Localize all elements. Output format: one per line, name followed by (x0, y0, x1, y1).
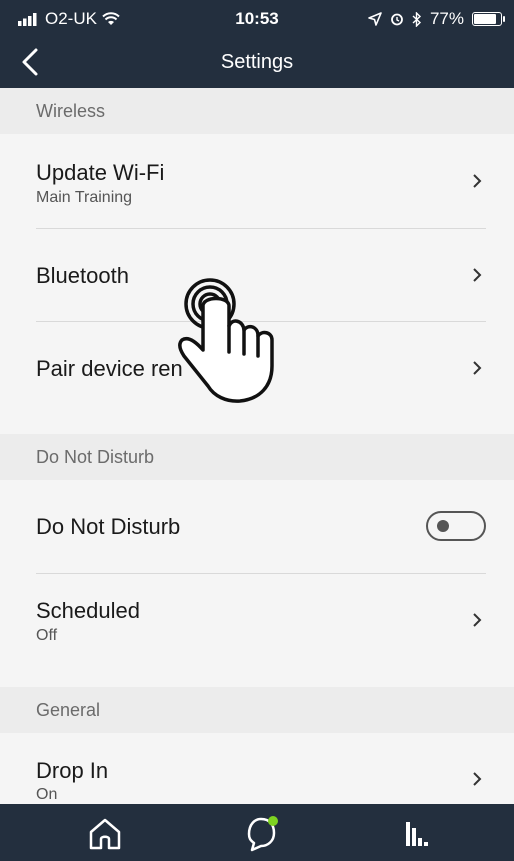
battery-level (474, 14, 496, 24)
chevron-right-icon (473, 268, 482, 282)
drop-in-value: On (36, 786, 58, 803)
drop-in-label: Drop In (36, 758, 109, 783)
battery-percent: 77% (429, 9, 464, 28)
scheduled-value: Off (36, 627, 58, 644)
update-wifi-row[interactable]: Update Wi-Fi Main Training (0, 134, 514, 228)
chevron-right-icon (473, 174, 482, 188)
alarm-icon (391, 13, 403, 26)
drop-in-row[interactable]: Drop In On (0, 733, 514, 804)
status-bar: O2-UK 10:53 77% (0, 0, 514, 36)
chevron-right-icon (473, 772, 482, 786)
page-title: Settings (220, 51, 294, 73)
chat-icon[interactable] (236, 812, 286, 854)
equalizer-icon[interactable] (390, 812, 440, 854)
chevron-right-icon (473, 613, 482, 627)
pair-remote-label: Pair device ren (36, 356, 183, 381)
tap-hand-icon (178, 278, 274, 403)
scheduled-label: Scheduled (36, 598, 140, 623)
update-wifi-label: Update Wi-Fi (36, 160, 165, 185)
location-icon (368, 12, 382, 26)
bluetooth-label: Bluetooth (36, 263, 129, 288)
do-not-disturb-label: Do Not Disturb (36, 514, 181, 539)
tab-bar (0, 804, 514, 861)
home-icon[interactable] (80, 812, 130, 854)
do-not-disturb-toggle[interactable] (426, 511, 486, 541)
chevron-right-icon (473, 361, 482, 375)
section-header-wireless: Wireless (0, 88, 514, 134)
nav-bar: Settings (0, 36, 514, 88)
section-header-do-not-disturb: Do Not Disturb (0, 434, 514, 480)
section-header-general: General (0, 687, 514, 733)
do-not-disturb-row: Do Not Disturb (0, 480, 514, 573)
status-right: 77% (368, 9, 505, 29)
notification-dot (268, 816, 278, 826)
battery-icon (472, 12, 505, 26)
update-wifi-value: Main Training (36, 189, 133, 206)
scheduled-row[interactable]: Scheduled Off (0, 574, 514, 687)
bluetooth-icon (412, 11, 421, 27)
toggle-knob (437, 520, 449, 532)
